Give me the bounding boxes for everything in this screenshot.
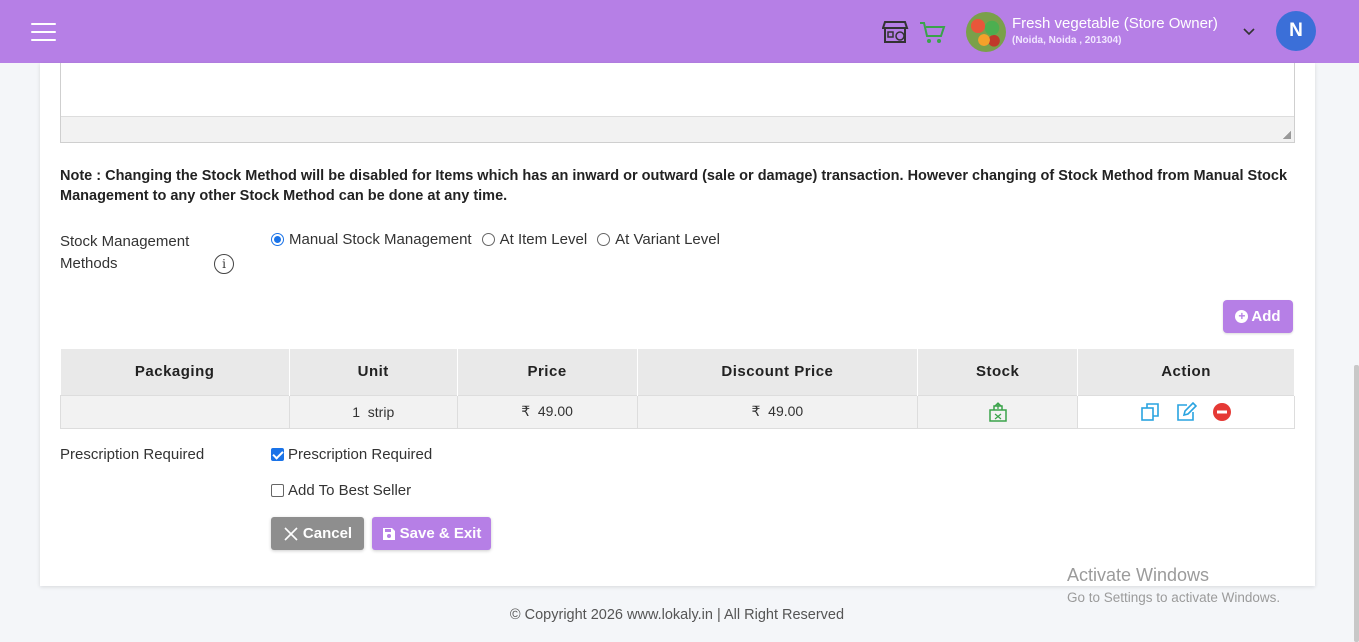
checkbox[interactable] (271, 484, 284, 497)
watermark-subtitle: Go to Settings to activate Windows. (1067, 590, 1281, 605)
prescription-label: Prescription Required (60, 446, 205, 463)
cart-icon[interactable] (918, 19, 946, 45)
resize-handle-icon[interactable] (1283, 131, 1291, 139)
edit-icon[interactable] (1175, 401, 1198, 422)
save-exit-label: Save & Exit (399, 525, 482, 542)
stock-method-note: Note : Changing the Stock Method will be… (60, 168, 1288, 204)
radio-button[interactable] (481, 233, 495, 246)
cell-discount-price: ₹ 49.00 (637, 394, 919, 429)
column-header-action: Action (1077, 349, 1295, 395)
radio-label: At Variant Level (615, 231, 720, 248)
add-packaging-button[interactable]: + Add (1223, 300, 1293, 333)
store-avatar[interactable] (966, 12, 1006, 52)
checkbox-label: Prescription Required (288, 446, 433, 463)
radio-label: At Item Level (499, 231, 588, 248)
stock-methods-label: Stock Management Methods i (60, 231, 234, 275)
table-header-row: Packaging Unit Price Discount Price Stoc… (60, 349, 1295, 395)
plus-circle-icon: + (1235, 310, 1249, 323)
packaging-table: Packaging Unit Price Discount Price Stoc… (60, 349, 1295, 429)
textarea-status-bar (61, 116, 1294, 142)
cell-stock (917, 394, 1079, 429)
checkbox-label: Add To Best Seller (288, 482, 412, 499)
stock-box-icon[interactable] (988, 401, 1008, 422)
radio-variant-level[interactable]: At Variant Level (597, 231, 720, 248)
row-actions (1078, 401, 1294, 422)
copy-icon[interactable] (1139, 402, 1161, 422)
copyright-footer: © Copyright 2026 www.lokaly.in | All Rig… (509, 607, 845, 623)
stock-methods-label-text: Stock Management Methods (60, 233, 190, 272)
add-button-label: Add (1251, 308, 1281, 325)
save-icon (382, 527, 395, 540)
cancel-button[interactable]: Cancel (271, 517, 364, 550)
cancel-label: Cancel (302, 525, 353, 542)
store-name[interactable]: Fresh vegetable (Store Owner) (1012, 15, 1218, 32)
stock-method-radio-group: Manual Stock Management At Item Level At… (271, 231, 730, 248)
top-bar: Fresh vegetable (Store Owner) (Noida, No… (0, 0, 1359, 63)
table-row: 1 strip ₹ 49.00 ₹ 49.00 (60, 394, 1295, 429)
column-header-discount-price: Discount Price (637, 349, 919, 395)
store-address: (Noida, Noida , 201304) (1012, 35, 1122, 46)
page-scrollbar[interactable] (1354, 365, 1359, 642)
close-icon (284, 526, 298, 541)
cell-packaging (60, 394, 290, 429)
radio-manual-stock[interactable]: Manual Stock Management (271, 231, 472, 248)
radio-label: Manual Stock Management (289, 231, 472, 248)
form-card: Note : Changing the Stock Method will be… (40, 63, 1315, 586)
user-avatar[interactable]: N (1276, 11, 1316, 51)
description-textarea[interactable] (60, 63, 1295, 143)
column-header-price: Price (457, 349, 638, 395)
prescription-required-checkbox[interactable]: Prescription Required (271, 446, 432, 463)
windows-activation-watermark: Activate Windows Go to Settings to activ… (1067, 565, 1280, 605)
watermark-title: Activate Windows (1067, 565, 1210, 585)
column-header-stock: Stock (917, 349, 1079, 395)
radio-item-level[interactable]: At Item Level (481, 231, 588, 248)
radio-button[interactable] (271, 233, 284, 246)
cell-unit: 1 strip (289, 394, 458, 429)
save-exit-button[interactable]: Save & Exit (372, 517, 491, 550)
cell-action (1077, 394, 1295, 429)
info-icon[interactable]: i (214, 254, 234, 275)
column-header-packaging: Packaging (60, 349, 290, 395)
cell-price: ₹ 49.00 (457, 394, 638, 429)
chevron-down-icon[interactable] (1242, 25, 1256, 39)
column-header-unit: Unit (289, 349, 458, 395)
checkbox[interactable] (271, 448, 284, 461)
best-seller-checkbox[interactable]: Add To Best Seller (271, 482, 411, 499)
menu-icon[interactable] (31, 23, 56, 41)
radio-button[interactable] (597, 233, 611, 246)
remove-icon[interactable] (1211, 402, 1233, 422)
store-icon[interactable] (881, 19, 910, 45)
